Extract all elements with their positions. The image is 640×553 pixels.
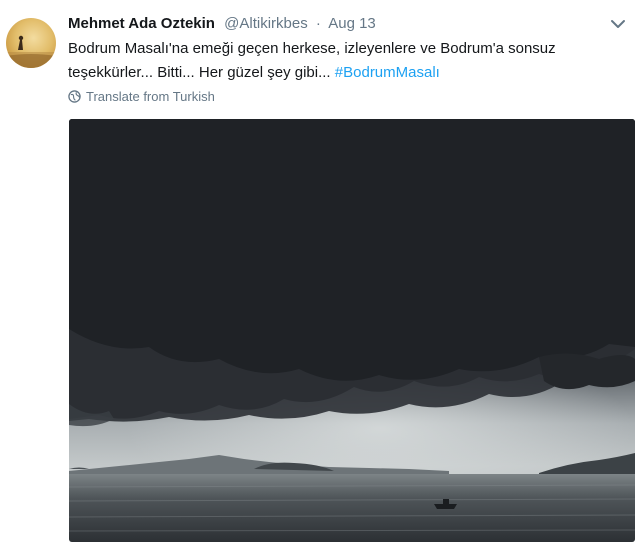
avatar[interactable]	[6, 18, 56, 68]
tweet-header: Mehmet Ada Oztekin @Altikirkbes · Aug 13	[68, 14, 376, 34]
chevron-down-icon	[611, 20, 625, 28]
author-handle[interactable]: @Altikirkbes	[224, 15, 308, 32]
tweet-text: Bodrum Masalı'na emeği geçen herkese, iz…	[68, 37, 618, 85]
tweet-menu-button[interactable]	[608, 14, 628, 34]
tweet-date[interactable]: Aug 13	[328, 15, 376, 32]
tweet-body: Bodrum Masalı'na emeği geçen herkese, iz…	[68, 40, 556, 81]
globe-icon	[68, 90, 81, 103]
translate-link[interactable]: Translate from Turkish	[68, 89, 215, 104]
hashtag-link[interactable]: #BodrumMasalı	[335, 64, 440, 81]
tweet-card[interactable]: Mehmet Ada Oztekin @Altikirkbes · Aug 13…	[0, 0, 640, 553]
storm-sea-photo	[69, 119, 635, 542]
translate-label: Translate from Turkish	[86, 89, 215, 104]
avatar-icon	[6, 35, 56, 68]
author-name[interactable]: Mehmet Ada Oztekin	[68, 15, 215, 32]
separator-dot: ·	[315, 15, 321, 32]
tweet-photo[interactable]	[69, 119, 635, 542]
